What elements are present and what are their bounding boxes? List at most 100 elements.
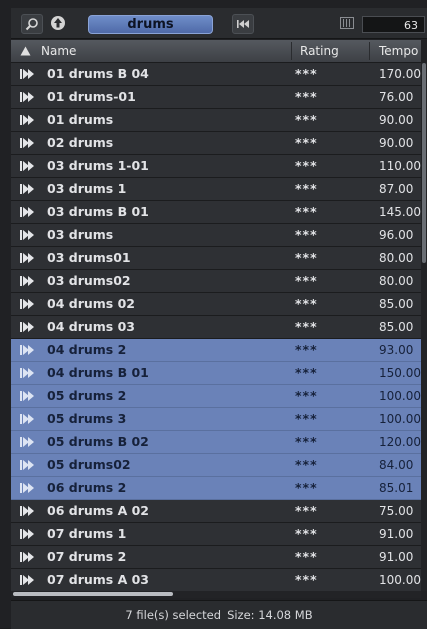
file-rating[interactable]: *** <box>295 155 318 177</box>
vertical-scroll-thumb[interactable] <box>422 63 426 263</box>
audio-file-icon <box>20 483 34 493</box>
file-tempo: 170.00 <box>379 67 421 81</box>
search-input[interactable]: drums <box>88 15 213 34</box>
audio-file-icon <box>20 115 34 125</box>
column-tempo-header[interactable]: Tempo <box>379 40 418 62</box>
file-tempo: 91.00 <box>379 527 414 541</box>
file-name: 03 drums01 <box>47 250 131 265</box>
selection-size: Size: 14.08 MB <box>227 608 313 622</box>
file-rating[interactable]: *** <box>295 523 318 545</box>
horizontal-scrollbar[interactable] <box>11 591 421 598</box>
file-rating[interactable]: *** <box>295 270 318 292</box>
column-rating-header[interactable]: Rating <box>300 40 339 62</box>
table-row[interactable]: 01 drums B 04 *** 170.00 <box>11 63 421 86</box>
audio-file-icon <box>20 529 34 539</box>
file-rating[interactable]: *** <box>295 86 318 108</box>
table-row[interactable]: 03 drums 1 *** 87.00 <box>11 178 421 201</box>
table-row[interactable]: 03 drums B 01 *** 145.00 <box>11 201 421 224</box>
audio-file-icon <box>20 253 34 263</box>
table-row[interactable]: 03 drums02 *** 80.00 <box>11 270 421 293</box>
table-row[interactable]: 07 drums A 03 *** 100.00 <box>11 569 421 591</box>
file-rating[interactable]: *** <box>295 500 318 522</box>
audio-file-icon <box>20 138 34 148</box>
up-folder-button[interactable] <box>47 14 69 32</box>
columns-icon <box>340 17 354 29</box>
file-rating[interactable]: *** <box>295 362 318 384</box>
selection-count: 7 file(s) selected <box>125 608 222 622</box>
file-rating[interactable]: *** <box>295 477 318 499</box>
file-tempo: 100.00 <box>379 573 421 587</box>
file-rating[interactable]: *** <box>295 109 318 131</box>
sort-ascending-icon[interactable] <box>20 46 31 56</box>
file-name: 06 drums 2 <box>47 480 127 495</box>
table-row[interactable]: 02 drums *** 90.00 <box>11 132 421 155</box>
audio-file-icon <box>20 552 34 562</box>
file-tempo: 84.00 <box>379 458 414 472</box>
file-name: 05 drums B 02 <box>47 434 149 449</box>
file-name: 03 drums 1-01 <box>47 158 149 173</box>
table-row[interactable]: 05 drums B 02 *** 120.00 <box>11 431 421 454</box>
file-rating[interactable]: *** <box>295 454 318 476</box>
table-row[interactable]: 04 drums B 01 *** 150.00 <box>11 362 421 385</box>
table-row[interactable]: 07 drums 1 *** 91.00 <box>11 523 421 546</box>
table-row[interactable]: 03 drums01 *** 80.00 <box>11 247 421 270</box>
file-rating[interactable]: *** <box>295 224 318 246</box>
file-tempo: 120.00 <box>379 435 421 449</box>
file-name: 01 drums B 04 <box>47 66 149 81</box>
table-row[interactable]: 01 drums *** 90.00 <box>11 109 421 132</box>
table-row[interactable]: 07 drums 2 *** 91.00 <box>11 546 421 569</box>
table-row[interactable]: 03 drums *** 96.00 <box>11 224 421 247</box>
rewind-icon <box>237 20 249 28</box>
file-rating[interactable]: *** <box>295 201 318 223</box>
file-name: 07 drums A 03 <box>47 572 149 587</box>
file-rating[interactable]: *** <box>295 546 318 568</box>
file-name: 04 drums B 01 <box>47 365 149 380</box>
audio-file-icon <box>20 345 34 355</box>
table-row[interactable]: 06 drums 2 *** 85.01 <box>11 477 421 500</box>
file-rating[interactable]: *** <box>295 247 318 269</box>
file-rating[interactable]: *** <box>295 178 318 200</box>
table-row[interactable]: 03 drums 1-01 *** 110.00 <box>11 155 421 178</box>
file-rating[interactable]: *** <box>295 293 318 315</box>
table-row[interactable]: 04 drums 02 *** 85.00 <box>11 293 421 316</box>
table-row[interactable]: 05 drums 3 *** 100.00 <box>11 408 421 431</box>
table-row[interactable]: 06 drums A 02 *** 75.00 <box>11 500 421 523</box>
file-name: 03 drums <box>47 227 114 242</box>
file-rating[interactable]: *** <box>295 569 318 591</box>
table-row[interactable]: 05 drums02 *** 84.00 <box>11 454 421 477</box>
file-name: 01 drums <box>47 112 114 127</box>
audio-file-icon <box>20 207 34 217</box>
table-row[interactable]: 04 drums 03 *** 85.00 <box>11 316 421 339</box>
file-rating[interactable]: *** <box>295 339 318 361</box>
column-name-header[interactable]: Name <box>41 40 76 62</box>
vertical-scrollbar[interactable] <box>421 63 427 591</box>
file-rating[interactable]: *** <box>295 132 318 154</box>
file-tempo: 75.00 <box>379 504 414 518</box>
result-count: 63 <box>362 16 425 33</box>
file-tempo: 90.00 <box>379 136 414 150</box>
file-list: 01 drums B 04 *** 170.00 01 drums-01 *** 76.0… <box>11 63 421 591</box>
status-bar: 7 file(s) selected Size: 14.08 MB <box>11 600 427 629</box>
audio-file-icon <box>20 92 34 102</box>
file-tempo: 93.00 <box>379 343 414 357</box>
file-name: 05 drums 2 <box>47 388 127 403</box>
file-rating[interactable]: *** <box>295 385 318 407</box>
columns-button[interactable] <box>338 14 356 32</box>
column-divider[interactable] <box>369 42 370 60</box>
table-row[interactable]: 04 drums 2 *** 93.00 <box>11 339 421 362</box>
table-row[interactable]: 01 drums-01 *** 76.00 <box>11 86 421 109</box>
column-divider[interactable] <box>291 42 292 60</box>
file-rating[interactable]: *** <box>295 431 318 453</box>
file-tempo: 80.00 <box>379 274 414 288</box>
table-row[interactable]: 05 drums 2 *** 100.00 <box>11 385 421 408</box>
file-rating[interactable]: *** <box>295 316 318 338</box>
file-tempo: 80.00 <box>379 251 414 265</box>
search-button[interactable] <box>21 14 43 34</box>
file-rating[interactable]: *** <box>295 63 318 85</box>
file-tempo: 85.00 <box>379 320 414 334</box>
audio-file-icon <box>20 69 34 79</box>
file-tempo: 90.00 <box>379 113 414 127</box>
horizontal-scroll-thumb[interactable] <box>13 592 173 596</box>
file-rating[interactable]: *** <box>295 408 318 430</box>
rewind-button[interactable] <box>232 14 254 34</box>
